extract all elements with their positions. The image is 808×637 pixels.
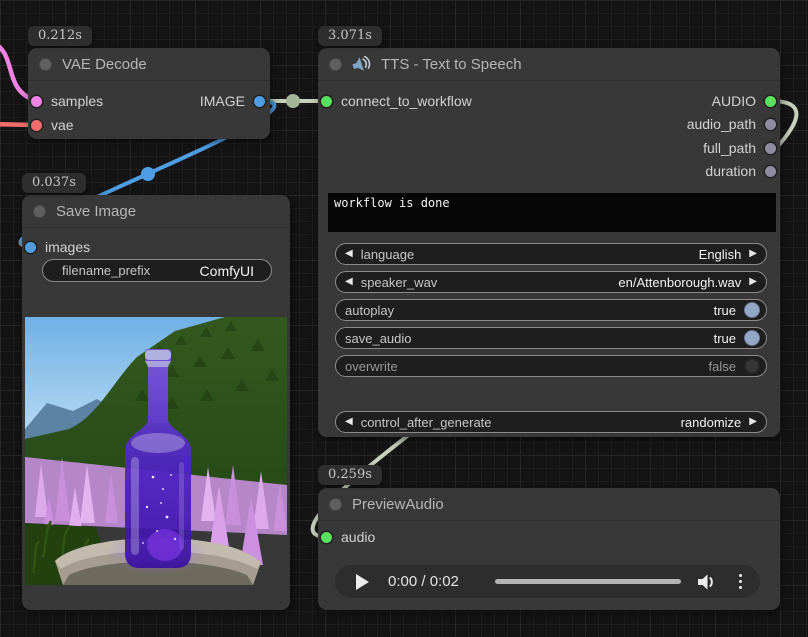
input-vae[interactable]: vae bbox=[31, 115, 74, 135]
widget-overwrite[interactable]: overwrite false bbox=[335, 355, 767, 377]
port-dot-icon[interactable] bbox=[765, 166, 776, 177]
play-icon[interactable] bbox=[356, 574, 369, 590]
port-dot-icon[interactable] bbox=[254, 96, 265, 107]
decrement-arrow-icon[interactable]: ◀ bbox=[345, 249, 353, 259]
node-title: VAE Decode bbox=[62, 56, 147, 73]
node-vae-decode[interactable]: VAE Decode samples vae IMAGE bbox=[28, 48, 270, 139]
port-dot-icon[interactable] bbox=[765, 143, 776, 154]
toggle-dot-icon[interactable] bbox=[744, 358, 760, 374]
exec-time-badge: 0.212s bbox=[28, 26, 92, 46]
node-header[interactable]: TTS - Text to Speech bbox=[318, 48, 780, 81]
speaker-icon bbox=[352, 56, 371, 73]
node-title: Save Image bbox=[56, 203, 136, 220]
output-audio-path[interactable]: audio_path bbox=[687, 114, 776, 134]
widget-save-audio[interactable]: save_audio true bbox=[335, 327, 767, 349]
input-audio[interactable]: audio bbox=[321, 527, 375, 547]
collapse-dot-icon[interactable] bbox=[329, 498, 342, 511]
port-dot-icon[interactable] bbox=[31, 96, 42, 107]
increment-arrow-icon[interactable]: ▶ bbox=[749, 249, 757, 259]
port-dot-icon[interactable] bbox=[765, 119, 776, 130]
node-graph-canvas[interactable]: 0.212s 3.071s 0.037s 0.259s VAE Decode s… bbox=[0, 0, 808, 637]
node-header[interactable]: Save Image bbox=[22, 195, 290, 228]
decrement-arrow-icon[interactable]: ◀ bbox=[345, 417, 353, 427]
output-full-path[interactable]: full_path bbox=[703, 138, 776, 158]
port-dot-icon[interactable] bbox=[31, 120, 42, 131]
port-dot-icon[interactable] bbox=[321, 532, 332, 543]
node-header[interactable]: PreviewAudio bbox=[318, 488, 780, 521]
wire-midpoint-dot bbox=[286, 94, 300, 108]
increment-arrow-icon[interactable]: ▶ bbox=[749, 277, 757, 287]
seek-bar[interactable] bbox=[495, 579, 681, 584]
wire-midpoint-dot bbox=[141, 167, 155, 181]
kebab-menu-icon[interactable] bbox=[737, 572, 745, 592]
toggle-dot-icon[interactable] bbox=[744, 302, 760, 318]
output-image[interactable]: IMAGE bbox=[200, 91, 265, 111]
port-dot-icon[interactable] bbox=[765, 96, 776, 107]
widget-filename-prefix[interactable]: filename_prefix ComfyUI bbox=[42, 259, 272, 282]
collapse-dot-icon[interactable] bbox=[329, 58, 342, 71]
widget-speaker-wav[interactable]: ◀ speaker_wav en/Attenborough.wav ▶ bbox=[335, 271, 767, 293]
widget-control-after-generate[interactable]: ◀ control_after_generate randomize ▶ bbox=[335, 411, 767, 433]
volume-icon[interactable] bbox=[696, 573, 716, 591]
exec-time-badge: 0.037s bbox=[22, 173, 86, 193]
status-textbox[interactable]: workflow is done bbox=[328, 193, 776, 232]
node-preview-audio[interactable]: PreviewAudio audio 0:00 / 0:02 bbox=[318, 488, 780, 610]
input-samples[interactable]: samples bbox=[31, 91, 103, 111]
audio-player[interactable]: 0:00 / 0:02 bbox=[335, 565, 760, 598]
widget-autoplay[interactable]: autoplay true bbox=[335, 299, 767, 321]
decrement-arrow-icon[interactable]: ◀ bbox=[345, 277, 353, 287]
input-connect-to-workflow[interactable]: connect_to_workflow bbox=[321, 91, 472, 111]
node-save-image[interactable]: Save Image images filename_prefix ComfyU… bbox=[22, 195, 290, 610]
input-images[interactable]: images bbox=[25, 237, 90, 257]
collapse-dot-icon[interactable] bbox=[33, 205, 46, 218]
node-tts[interactable]: TTS - Text to Speech connect_to_workflow… bbox=[318, 48, 780, 437]
collapse-dot-icon[interactable] bbox=[39, 58, 52, 71]
widget-language[interactable]: ◀ language English ▶ bbox=[335, 243, 767, 265]
exec-time-badge: 0.259s bbox=[318, 465, 382, 485]
output-duration[interactable]: duration bbox=[705, 161, 776, 181]
output-audio[interactable]: AUDIO bbox=[712, 91, 776, 111]
exec-time-badge: 3.071s bbox=[318, 26, 382, 46]
toggle-dot-icon[interactable] bbox=[744, 330, 760, 346]
node-title: PreviewAudio bbox=[352, 496, 444, 513]
playback-time: 0:00 / 0:02 bbox=[388, 573, 459, 590]
port-dot-icon[interactable] bbox=[321, 96, 332, 107]
image-preview bbox=[25, 317, 287, 585]
port-dot-icon[interactable] bbox=[25, 242, 36, 253]
node-title: TTS - Text to Speech bbox=[381, 56, 522, 73]
increment-arrow-icon[interactable]: ▶ bbox=[749, 417, 757, 427]
node-header[interactable]: VAE Decode bbox=[28, 48, 270, 81]
